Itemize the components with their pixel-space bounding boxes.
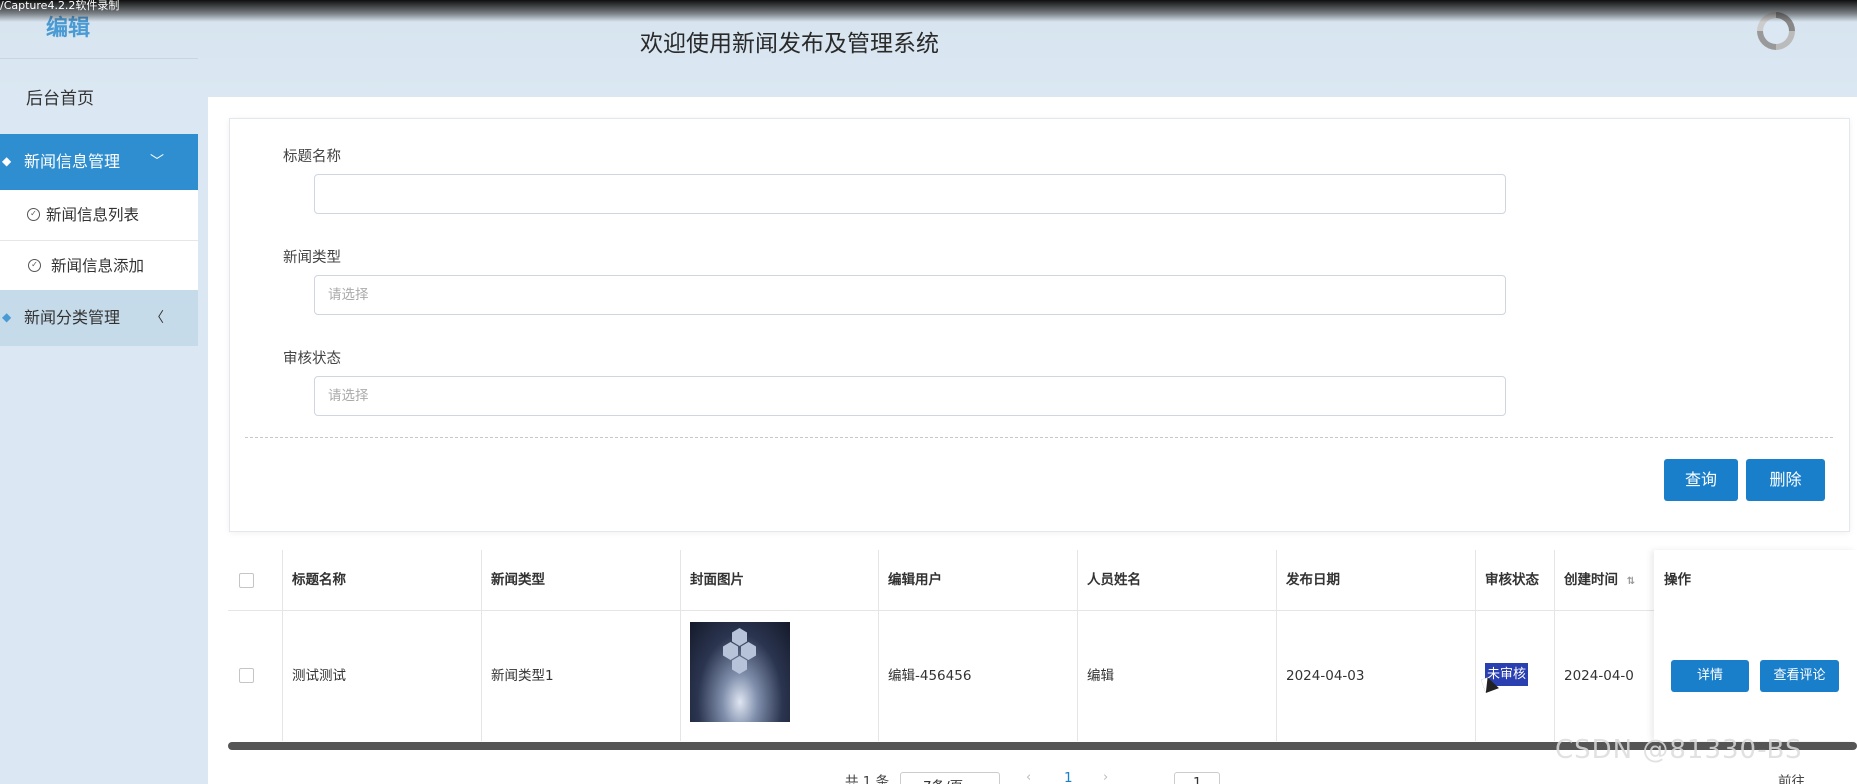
chevron-down-icon: ﹀: [150, 154, 164, 170]
page-size-select[interactable]: 7条/页: [900, 772, 1000, 784]
recorder-label: /Capture4.2.2软件录制: [0, 0, 120, 12]
news-table: 标题名称 新闻类型 封面图片 编辑用户 人员姓名 发布日期 审核状态 创建时间 …: [228, 550, 1857, 745]
next-page-icon[interactable]: ›: [1103, 770, 1108, 784]
column-header-user: 编辑用户: [888, 572, 942, 588]
hexagon-shape: [732, 656, 747, 674]
hexagon-shape: [732, 628, 747, 646]
row-checkbox[interactable]: [239, 668, 254, 683]
sidebar-group-label: 新闻分类管理: [24, 308, 121, 327]
sidebar-item-news-add[interactable]: ✓ 新闻信息添加: [0, 240, 198, 290]
cell-user: 编辑-456456: [888, 668, 972, 684]
title-input[interactable]: [314, 174, 1506, 214]
type-select[interactable]: 请选择: [314, 275, 1506, 315]
column-header-publish-date: 发布日期: [1286, 572, 1340, 588]
cell-type: 新闻类型1: [491, 668, 554, 684]
query-button[interactable]: 查询: [1664, 459, 1738, 501]
sidebar-group-news-category[interactable]: ◆ 新闻分类管理 〈: [0, 290, 198, 346]
column-header-created[interactable]: 创建时间 ⇅: [1554, 550, 1635, 610]
recorder-bar: /Capture4.2.2软件录制: [0, 0, 1857, 22]
status-select[interactable]: 请选择: [314, 376, 1506, 416]
hexagon-shape: [723, 642, 738, 660]
sidebar: 后台首页 ◆ 新闻信息管理 ﹀ ✓ 新闻信息列表 ✓ 新闻信息添加 ◆ 新闻分类…: [0, 59, 198, 784]
sidebar-group-news-info[interactable]: ◆ 新闻信息管理 ﹀: [0, 134, 198, 190]
prev-page-icon[interactable]: ‹: [1026, 770, 1031, 784]
check-circle-icon: ✓: [27, 208, 40, 221]
select-all-checkbox[interactable]: [239, 573, 254, 588]
column-header-name: 人员姓名: [1087, 572, 1141, 588]
column-header-label: 创建时间: [1564, 572, 1618, 588]
column-header-status: 审核状态: [1485, 572, 1539, 588]
check-circle-icon: ✓: [28, 259, 41, 272]
status-label: 审核状态: [283, 351, 341, 367]
watermark: CSDN @81330-BS: [1555, 735, 1803, 765]
pagination-total: 共 1 条: [845, 774, 890, 784]
sort-icon[interactable]: ⇅: [1627, 576, 1635, 587]
sidebar-item-label: 新闻信息列表: [46, 206, 140, 224]
column-header-title: 标题名称: [292, 572, 346, 588]
column-header-actions: 操作: [1664, 572, 1691, 588]
cell-title: 测试测试: [292, 668, 346, 684]
hexagon-shape: [741, 642, 756, 660]
goto-page-input[interactable]: 1: [1174, 772, 1220, 784]
delete-button[interactable]: 删除: [1746, 459, 1825, 501]
detail-button[interactable]: 详情: [1671, 660, 1749, 692]
current-page[interactable]: 1: [1064, 770, 1073, 784]
cell-name: 编辑: [1087, 668, 1114, 684]
actions-column: 操作: [1654, 550, 1857, 741]
diamond-icon: ◆: [2, 154, 12, 168]
diamond-icon: ◆: [2, 310, 12, 324]
cell-publish-date: 2024-04-03: [1286, 668, 1365, 684]
chevron-left-icon: 〈: [150, 310, 164, 326]
page-title: 欢迎使用新闻发布及管理系统: [640, 31, 939, 57]
cover-image: [690, 622, 790, 722]
sidebar-item-home[interactable]: 后台首页: [0, 59, 198, 134]
page-size-value: 7条/页: [923, 775, 963, 784]
sidebar-group-label: 新闻信息管理: [24, 152, 121, 171]
divider: [245, 437, 1833, 438]
sidebar-item-label: 新闻信息添加: [51, 257, 145, 275]
sidebar-item-news-list[interactable]: ✓ 新闻信息列表: [0, 190, 198, 240]
goto-page-value: 1: [1193, 775, 1202, 784]
title-label: 标题名称: [283, 149, 341, 165]
type-label: 新闻类型: [283, 250, 341, 266]
column-header-cover: 封面图片: [690, 572, 744, 588]
cell-created: 2024-04-03 11: [1564, 668, 1634, 684]
view-comments-button[interactable]: 查看评论: [1760, 660, 1839, 692]
column-header-type: 新闻类型: [491, 572, 545, 588]
goto-prefix: 前往: [1778, 774, 1805, 784]
